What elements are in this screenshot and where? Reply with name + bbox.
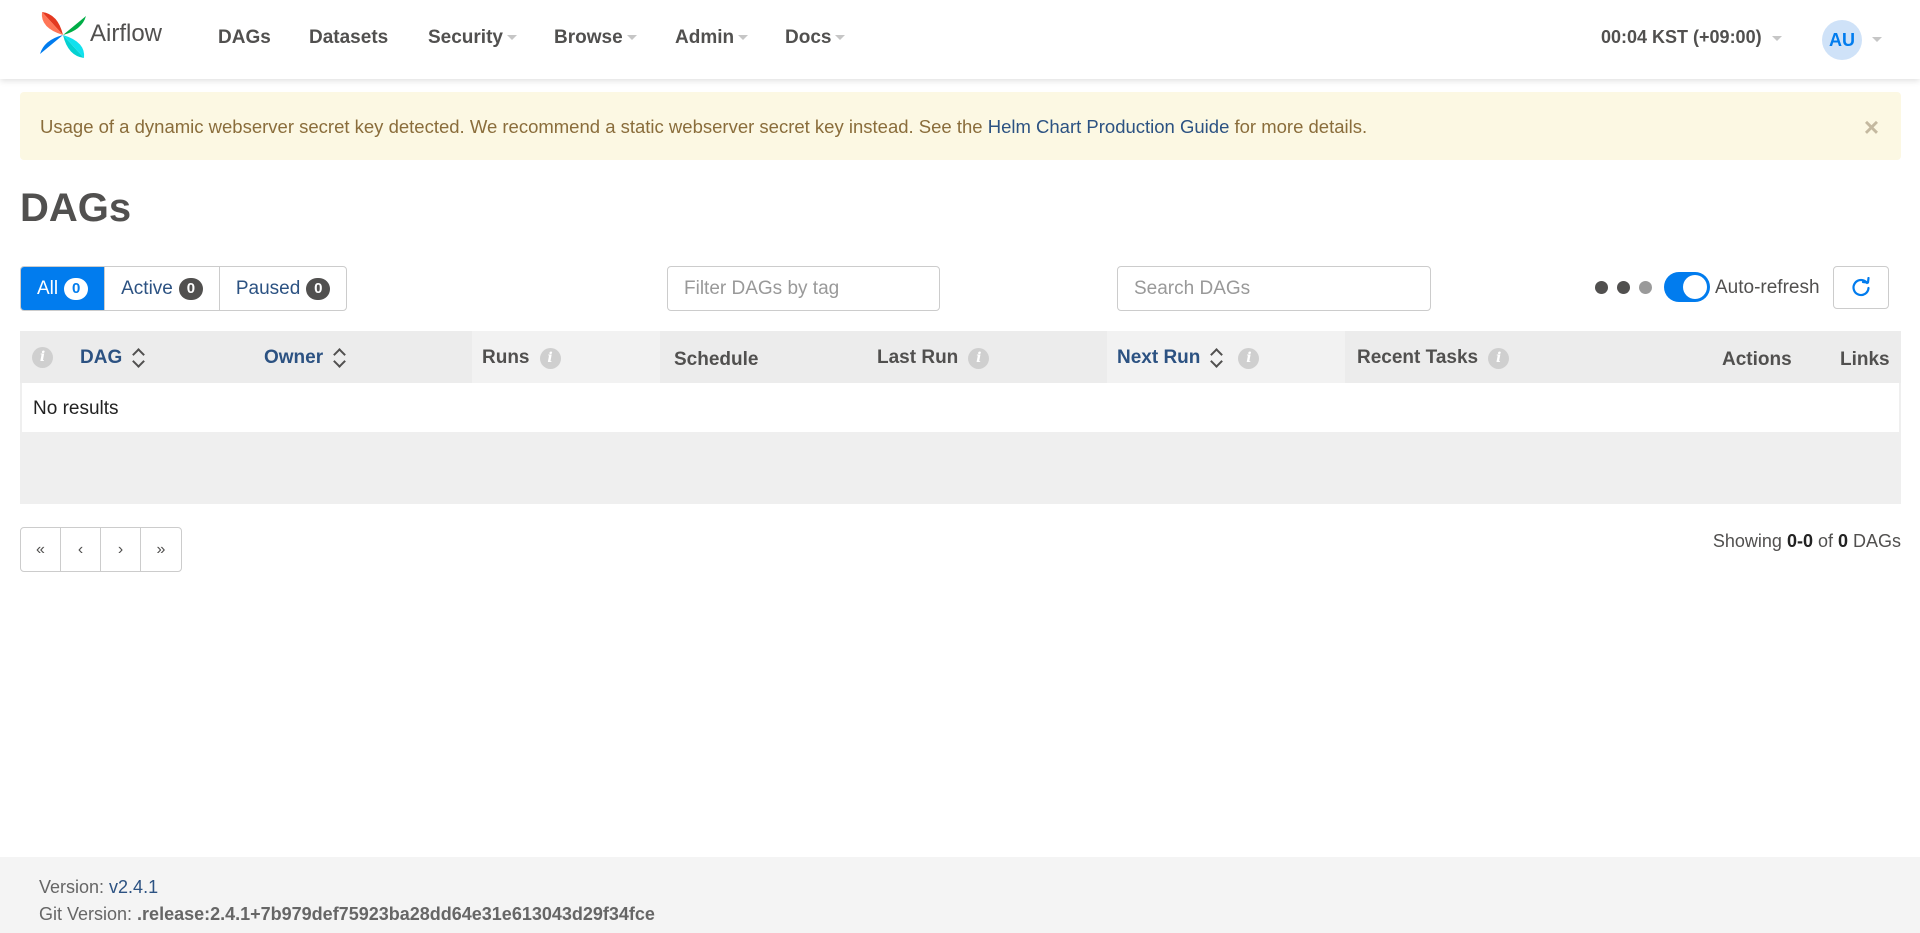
status-all-button[interactable]: All 0 xyxy=(21,267,106,310)
caret-down-icon xyxy=(506,35,517,41)
status-active-button[interactable]: Active 0 xyxy=(105,267,220,310)
toggle-knob xyxy=(1683,275,1707,299)
col-next-run[interactable]: Next Run i xyxy=(1117,347,1260,369)
version-line: Version: v2.4.1 xyxy=(39,874,1920,901)
col-recent-tasks-label: Recent Tasks xyxy=(1357,347,1479,368)
status-active-label: Active xyxy=(121,277,173,299)
alert-text-after: for more details. xyxy=(1229,116,1368,137)
col-last-run: Last Run i xyxy=(877,347,990,369)
caret-down-icon xyxy=(835,35,846,41)
info-icon[interactable]: i xyxy=(1238,347,1260,369)
col-next-run-label: Next Run xyxy=(1117,347,1201,368)
table-row: No results xyxy=(22,383,1899,432)
prev-page-button[interactable]: ‹ xyxy=(61,528,101,571)
showing-total: 0 xyxy=(1837,531,1848,551)
col-recent-tasks: Recent Tasks i xyxy=(1357,347,1510,369)
col-owner-label: Owner xyxy=(264,347,324,368)
caret-down-icon[interactable] xyxy=(1872,37,1882,42)
timezone-clock[interactable]: 00:04 KST (+09:00) xyxy=(1601,27,1782,48)
nav-security-label: Security xyxy=(428,27,503,48)
col-last-run-label: Last Run xyxy=(877,347,959,368)
showing-prefix: Showing xyxy=(1712,531,1787,551)
nav-docs[interactable]: Docs xyxy=(785,27,846,49)
status-filter-group: All 0 Active 0 Paused 0 xyxy=(20,266,348,311)
nav-security[interactable]: Security xyxy=(428,27,517,49)
nav-datasets[interactable]: Datasets xyxy=(309,27,388,49)
sort-icon xyxy=(1210,347,1222,369)
showing-count: Showing 0-0 of 0 DAGs xyxy=(1713,531,1901,552)
loading-dots-icon xyxy=(1595,281,1652,294)
airflow-logo[interactable]: Airflow xyxy=(38,10,162,60)
dot-icon xyxy=(1639,281,1652,294)
git-version-line: Git Version: .release:2.4.1+7b979def7592… xyxy=(39,901,1920,928)
status-active-count: 0 xyxy=(178,277,203,300)
col-runs-label: Runs xyxy=(482,347,530,368)
nav-docs-label: Docs xyxy=(785,27,832,48)
sort-icon xyxy=(132,347,144,369)
pagination: « ‹ › » xyxy=(20,527,182,572)
showing-suffix: DAGs xyxy=(1847,531,1901,551)
refresh-button[interactable] xyxy=(1833,266,1889,309)
showing-range: 0-0 xyxy=(1786,531,1813,551)
version-link[interactable]: v2.4.1 xyxy=(109,877,158,897)
nav-browse-label: Browse xyxy=(554,27,623,48)
git-version-value: .release:2.4.1+7b979def75923ba28dd64e31e… xyxy=(137,904,655,924)
brand-name: Airflow xyxy=(90,20,163,47)
auto-refresh-label: Auto-refresh xyxy=(1715,277,1820,298)
sort-icon xyxy=(333,347,345,369)
col-runs: Runs i xyxy=(482,347,561,369)
dags-table: i DAG Owner Runs i Schedule Last Run i Nex… xyxy=(20,331,1901,504)
col-owner[interactable]: Owner xyxy=(264,347,345,369)
helm-guide-link[interactable]: Helm Chart Production Guide xyxy=(988,116,1230,137)
secret-key-alert: Usage of a dynamic webserver secret key … xyxy=(20,92,1901,160)
footer: Version: v2.4.1 Git Version: .release:2.… xyxy=(0,857,1920,933)
clock-label: 00:04 KST (+09:00) xyxy=(1601,27,1762,47)
showing-of: of xyxy=(1812,531,1838,551)
nav-admin-label: Admin xyxy=(675,27,735,48)
git-version-label: Git Version: xyxy=(39,904,138,924)
next-page-button[interactable]: › xyxy=(101,528,141,571)
nav-dags[interactable]: DAGs xyxy=(218,27,271,49)
page-title: DAGs xyxy=(20,186,132,230)
caret-down-icon xyxy=(738,35,749,41)
dot-icon xyxy=(1595,281,1608,294)
nav-admin[interactable]: Admin xyxy=(675,27,749,49)
dag-search-input[interactable] xyxy=(1117,266,1431,311)
alert-text-before: Usage of a dynamic webserver secret key … xyxy=(40,116,988,137)
first-page-button[interactable]: « xyxy=(21,528,61,571)
caret-down-icon xyxy=(626,35,637,41)
status-paused-label: Paused xyxy=(235,277,301,299)
info-icon: i xyxy=(32,347,53,368)
refresh-icon xyxy=(1852,276,1870,296)
select-info-header[interactable]: i xyxy=(22,347,53,368)
tag-filter-input[interactable] xyxy=(667,266,940,311)
col-links: Links xyxy=(1840,349,1890,370)
version-label: Version: xyxy=(39,877,110,897)
user-avatar[interactable]: AU xyxy=(1822,20,1862,60)
nav-browse[interactable]: Browse xyxy=(554,27,637,49)
status-paused-count: 0 xyxy=(306,277,331,300)
table-header: i DAG Owner Runs i Schedule Last Run i Nex… xyxy=(20,331,1901,383)
info-icon[interactable]: i xyxy=(968,347,990,369)
last-page-button[interactable]: » xyxy=(141,528,181,571)
info-icon[interactable]: i xyxy=(1488,347,1510,369)
top-navbar: Airflow DAGs Datasets Security Browse Ad… xyxy=(0,0,1920,79)
col-dag[interactable]: DAG xyxy=(80,347,144,369)
close-icon[interactable]: × xyxy=(1864,114,1879,140)
status-all-count: 0 xyxy=(64,277,89,300)
info-icon[interactable]: i xyxy=(539,347,561,369)
dot-icon xyxy=(1617,281,1630,294)
status-paused-button[interactable]: Paused 0 xyxy=(220,267,346,310)
pinwheel-logo-icon xyxy=(40,12,86,58)
status-all-label: All xyxy=(37,277,59,299)
caret-down-icon xyxy=(1771,35,1782,41)
no-results-text: No results xyxy=(33,398,119,419)
auto-refresh-toggle[interactable] xyxy=(1664,272,1710,302)
col-schedule: Schedule xyxy=(674,349,759,370)
col-actions: Actions xyxy=(1722,349,1792,370)
col-dag-label: DAG xyxy=(80,347,123,368)
